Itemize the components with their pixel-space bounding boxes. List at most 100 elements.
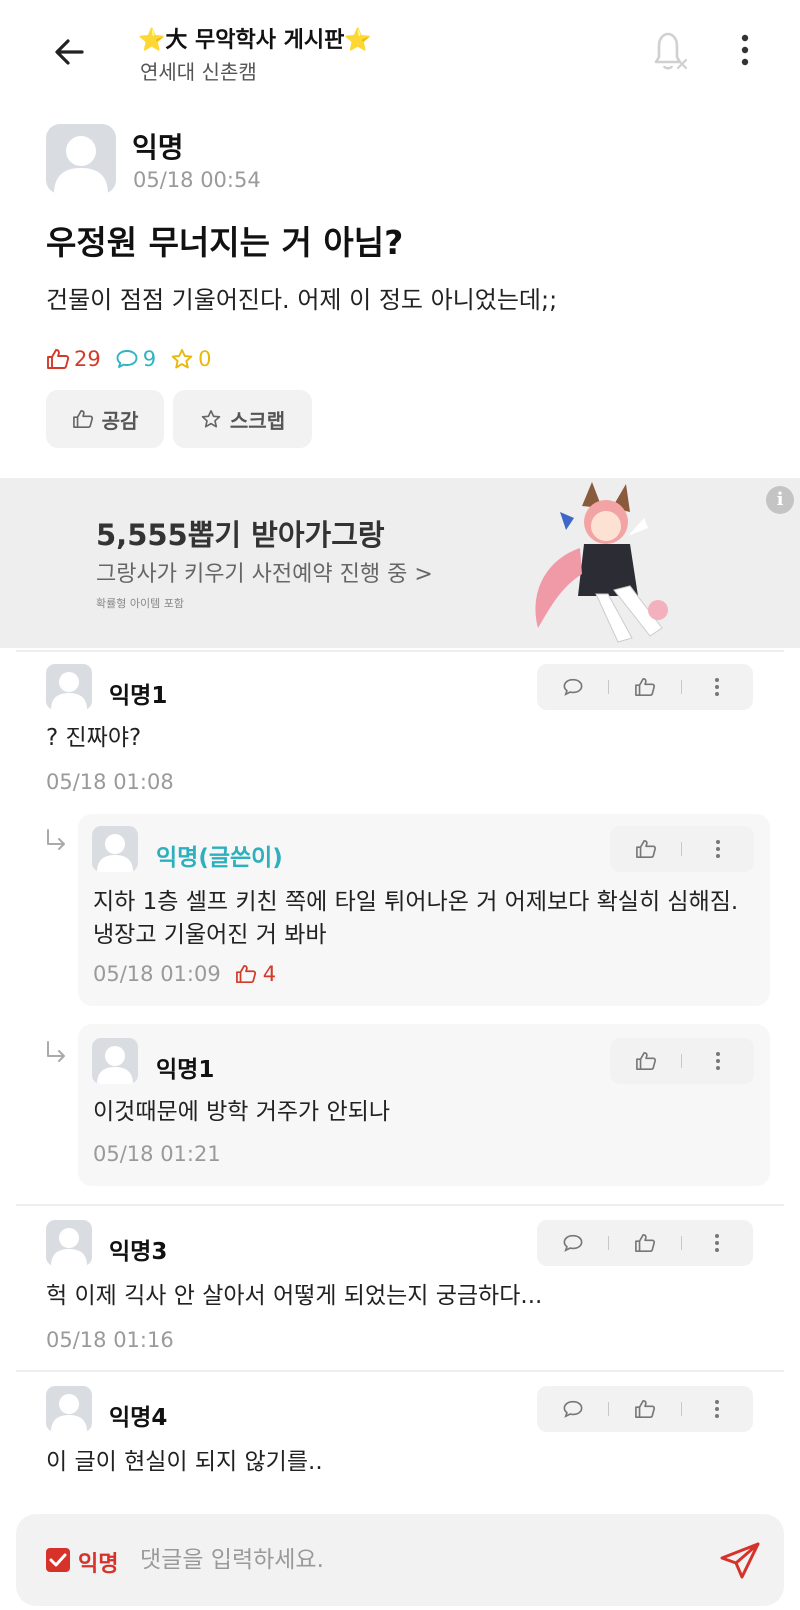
thumbs-up-icon <box>47 349 70 369</box>
comment-like-button[interactable] <box>626 1041 666 1081</box>
comment-actions <box>537 664 753 710</box>
comment-like-button[interactable] <box>626 829 666 869</box>
ad-info-icon[interactable]: i <box>766 486 794 514</box>
comment-timestamp: 05/18 01:21 <box>93 1142 221 1166</box>
comment-text: 이 글이 현실이 되지 않기를.. <box>46 1449 323 1475</box>
divider <box>16 1370 784 1372</box>
separator <box>680 1236 682 1250</box>
separator <box>608 1402 610 1416</box>
thumbs-up-icon <box>635 678 656 696</box>
like-count-value: 29 <box>74 347 101 371</box>
comment-time-value: 05/18 01:16 <box>46 1328 174 1352</box>
comment-time-value: 05/18 01:08 <box>46 770 174 794</box>
send-icon <box>720 1542 760 1579</box>
reply-button[interactable] <box>553 667 593 707</box>
default-avatar-icon <box>97 1046 133 1084</box>
thumbs-up-icon <box>235 964 256 984</box>
comment-actions <box>537 1220 753 1266</box>
ad-title: 5,555뽑기 받아가그랑 <box>96 518 385 552</box>
more-vertical-icon <box>715 1400 720 1418</box>
reply-button[interactable] <box>553 1389 593 1429</box>
scrap-button-label: 스크랩 <box>229 408 286 433</box>
star-icon <box>171 349 193 369</box>
more-vertical-icon <box>716 1052 721 1070</box>
ad-character-illustration <box>535 482 668 643</box>
post-body: 건물이 점점 기울어진다. 어제 이 정도 아니었는데;; <box>46 286 558 314</box>
scrap-count: 0 <box>170 347 211 371</box>
comment-like-count: 4 <box>235 962 276 986</box>
comment-author: 익명1 <box>109 683 168 709</box>
back-button[interactable] <box>48 30 92 74</box>
anonymous-checkbox[interactable] <box>46 1548 70 1572</box>
comment-author-op: 익명(글쓴이) <box>156 845 283 871</box>
comment-input-bar: 익명 <box>16 1514 784 1606</box>
reply-arrow-icon <box>47 829 65 850</box>
more-options-button[interactable] <box>730 30 760 70</box>
more-vertical-icon <box>716 840 721 858</box>
default-avatar-icon <box>97 834 133 872</box>
anonymous-label[interactable]: 익명 <box>78 1546 118 1578</box>
comment-avatar <box>92 826 138 872</box>
post-timestamp: 05/18 00:54 <box>133 168 261 192</box>
ad-note: 확률형 아이템 포함 <box>96 597 184 610</box>
comment-author: 익명1 <box>156 1057 215 1083</box>
bell-off-icon <box>654 32 688 70</box>
comment-text: ? 진짜야? <box>46 725 142 751</box>
default-avatar-icon <box>51 1394 87 1432</box>
comment-like-button[interactable] <box>625 1389 665 1429</box>
ad-banner[interactable]: 5,555뽑기 받아가그랑 그랑사가 키우기 사전예약 진행 중 > 확률형 아… <box>0 478 800 648</box>
scrap-button[interactable]: 스크랩 <box>173 390 312 448</box>
speech-bubble-icon <box>563 1400 583 1418</box>
scroll-fade <box>0 1488 800 1508</box>
separator <box>680 680 682 694</box>
comment-avatar <box>46 664 92 710</box>
comment-more-button[interactable] <box>697 667 737 707</box>
comment-timestamp: 05/18 01:09 4 <box>93 962 276 986</box>
send-button[interactable] <box>716 1538 764 1582</box>
star-icon <box>201 410 221 428</box>
post-stats: 29 9 0 <box>46 346 225 372</box>
comment-text: 지하 1층 셀프 키친 쪽에 타일 튀어나온 거 어제보다 확실히 심해짐. 냉… <box>93 889 739 948</box>
speech-bubble-icon <box>563 1234 583 1252</box>
comment-more-button[interactable] <box>697 1389 737 1429</box>
comment-avatar <box>46 1386 92 1432</box>
comment-like-button[interactable] <box>625 1223 665 1263</box>
comment-timestamp: 05/18 01:16 <box>46 1328 174 1352</box>
comment-time-value: 05/18 01:09 <box>93 962 221 986</box>
speech-bubble-icon <box>116 350 138 368</box>
comment-more-button[interactable] <box>697 1223 737 1263</box>
separator <box>608 1236 610 1250</box>
comment-author: 익명3 <box>109 1239 168 1265</box>
comment-time-value: 05/18 01:21 <box>93 1142 221 1166</box>
like-button[interactable]: 공감 <box>46 390 164 448</box>
thumbs-up-icon <box>635 1052 656 1070</box>
comment-like-button[interactable] <box>625 667 665 707</box>
post-author-avatar <box>46 124 116 194</box>
thumbs-up-icon <box>635 1400 656 1418</box>
more-vertical-icon <box>715 678 720 696</box>
comment-more-button[interactable] <box>698 829 738 869</box>
thumbs-up-icon <box>635 1234 656 1252</box>
comment-text: 헉 이제 긱사 안 살아서 어떻게 되었는지 궁금하다... <box>46 1283 543 1309</box>
like-count: 29 <box>46 347 101 371</box>
reply-button[interactable] <box>553 1223 593 1263</box>
notification-toggle-button[interactable] <box>648 26 692 74</box>
comment-input[interactable] <box>140 1538 700 1582</box>
default-avatar-icon <box>54 136 108 194</box>
reply-arrow-icon <box>47 1041 65 1062</box>
comment-count: 9 <box>115 347 156 371</box>
comment-actions <box>537 1386 753 1432</box>
comment-author: 익명4 <box>109 1405 168 1431</box>
comment-more-button[interactable] <box>698 1041 738 1081</box>
comment-actions <box>610 1038 754 1084</box>
app-header: ⭐大 무악학사 게시판⭐ 연세대 신촌캠 <box>0 0 800 100</box>
separator <box>608 680 610 694</box>
divider <box>16 650 784 652</box>
comment-text: 이것때문에 방학 거주가 안되나 <box>93 1099 391 1125</box>
board-subtitle: 연세대 신촌캠 <box>140 60 257 84</box>
comment-actions <box>610 826 754 872</box>
reply-card: 익명(글쓴이) 지하 1층 셀프 키친 쪽에 타일 튀어나온 거 어제보다 확실… <box>78 814 770 1006</box>
more-vertical-icon <box>741 34 749 66</box>
like-button-label: 공감 <box>101 408 139 433</box>
post-author: 익명 <box>132 131 184 164</box>
